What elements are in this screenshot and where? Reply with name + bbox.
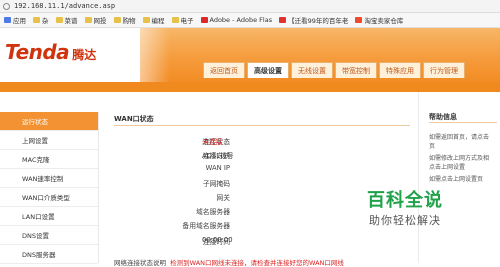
row-label: 网关 bbox=[216, 194, 230, 202]
sidebar-item-wan-media[interactable]: WAN口介质类型 bbox=[0, 188, 98, 207]
watermark-title: 百科全说 bbox=[367, 190, 443, 211]
tab-home[interactable]: 返回首页 bbox=[203, 62, 245, 78]
tab-advanced[interactable]: 高级设置 bbox=[247, 62, 289, 78]
tab-wireless[interactable]: 无线设置 bbox=[291, 62, 333, 78]
help-text: 页 bbox=[429, 143, 436, 150]
help-panel: 帮助信息 如需返回首页，请点击 页 如需修改上网方式及相 点击上网设置 如需点击… bbox=[418, 92, 500, 263]
brand-name-cn: 腾达 bbox=[72, 48, 97, 62]
folder-icon bbox=[55, 17, 63, 23]
tenda-logo: Tenda 腾达 bbox=[5, 40, 96, 64]
note-label: 网络连接状态说明 bbox=[114, 259, 166, 267]
sidebar-item-mac-clone[interactable]: MAC克隆 bbox=[0, 150, 98, 169]
help-title: 帮助信息 bbox=[429, 113, 457, 121]
address-bar[interactable]: 192.168.11.1/advance.asp bbox=[0, 0, 500, 13]
row-value: ADSL拨号 bbox=[202, 152, 234, 160]
router-header: Tenda 腾达 返回首页 高级设置 无线设置 带宽控制 特殊应用 行为管理 bbox=[0, 28, 500, 82]
folder-icon bbox=[142, 17, 150, 23]
sidebar-item-internet[interactable]: 上网设置 bbox=[0, 131, 98, 150]
tab-bandwidth[interactable]: 带宽控制 bbox=[335, 62, 377, 78]
status-row: WAN IP bbox=[100, 164, 418, 176]
row-value: 未连接 bbox=[202, 138, 223, 146]
divider bbox=[114, 125, 410, 126]
tab-special[interactable]: 特殊应用 bbox=[379, 62, 421, 78]
bookmarks-bar: 应用 杂 菜谱 网投 购物 编程 电子 Adobe - Adobe Flas 【… bbox=[0, 13, 500, 28]
main-tabs: 返回首页 高级设置 无线设置 带宽控制 特殊应用 行为管理 bbox=[203, 62, 467, 78]
watermark: 百科全说 助你轻松解决 bbox=[367, 186, 487, 232]
bookmark-folder[interactable]: 编程 bbox=[142, 15, 165, 25]
bookmark-folder[interactable]: 电子 bbox=[171, 15, 194, 25]
sidebar-item-status[interactable]: 运行状态 bbox=[0, 112, 98, 131]
help-text: 如需修改上网方式及相 bbox=[429, 155, 490, 162]
bookmark-folder[interactable]: 杂 bbox=[33, 15, 49, 25]
note-text: 检测到WAN口网线未连接，请检查并连接好您的WAN口网线 bbox=[170, 259, 344, 267]
url-text[interactable]: 192.168.11.1/advance.asp bbox=[14, 2, 115, 10]
sidebar-item-dns[interactable]: DNS设置 bbox=[0, 226, 98, 245]
watermark-subtitle: 助你轻松解决 bbox=[369, 214, 441, 227]
status-row: 连接时间 00:00:00 bbox=[100, 236, 418, 248]
bookmark-site[interactable]: 【迁看99年的百年老 bbox=[279, 15, 348, 25]
row-value: 00:00:00 bbox=[202, 236, 233, 244]
bookmark-folder[interactable]: 网投 bbox=[84, 15, 107, 25]
folder-icon bbox=[171, 17, 179, 23]
folder-icon bbox=[84, 17, 92, 23]
row-label: 备用域名服务器 bbox=[182, 222, 230, 230]
brand-name: Tenda bbox=[5, 40, 70, 64]
bookmark-folder[interactable]: 菜谱 bbox=[55, 15, 78, 25]
bookmark-taobao[interactable]: 淘宝卖家仓库 bbox=[355, 15, 403, 25]
help-text: 如需返回首页，请点击 bbox=[429, 134, 490, 141]
taobao-icon bbox=[355, 17, 363, 23]
status-row: 连接状态 未连接 bbox=[100, 136, 418, 148]
row-label: WAN IP bbox=[205, 164, 230, 172]
help-text: 如需点击上网设置页 bbox=[429, 176, 484, 183]
header-strip bbox=[0, 82, 500, 92]
bookmark-apps[interactable]: 应用 bbox=[4, 15, 26, 25]
adobe-icon bbox=[200, 17, 208, 23]
sidebar: 运行状态 上网设置 MAC克隆 WAN速率控制 WAN口介质类型 LAN口设置 … bbox=[0, 112, 99, 264]
site-icon bbox=[279, 17, 287, 23]
apps-icon bbox=[4, 17, 11, 23]
info-icon[interactable] bbox=[3, 2, 10, 10]
tab-behavior[interactable]: 行为管理 bbox=[423, 62, 465, 78]
bookmark-folder[interactable]: 购物 bbox=[113, 15, 136, 25]
row-label: 域名服务器 bbox=[196, 208, 230, 216]
folder-icon bbox=[33, 17, 40, 23]
status-row: 连接方式 ADSL拨号 bbox=[100, 150, 418, 162]
main-panel: WAN口状态 连接状态 未连接 连接方式 ADSL拨号 WAN IP 子网掩码 … bbox=[100, 92, 418, 267]
divider bbox=[429, 122, 497, 123]
panel-title: WAN口状态 bbox=[114, 115, 154, 123]
row-label: 子网掩码 bbox=[202, 180, 230, 188]
folder-icon bbox=[113, 17, 121, 23]
sidebar-item-wan-speed[interactable]: WAN速率控制 bbox=[0, 169, 98, 188]
help-text: 点击上网设置 bbox=[429, 164, 466, 171]
connection-note: 网络连接状态说明 检测到WAN口网线未连接，请检查并连接好您的WAN口网线 bbox=[114, 257, 344, 267]
sidebar-item-dns-server[interactable]: DNS服务器 bbox=[0, 245, 98, 264]
bookmark-adobe[interactable]: Adobe - Adobe Flas bbox=[200, 16, 272, 24]
sidebar-item-lan[interactable]: LAN口设置 bbox=[0, 207, 98, 226]
